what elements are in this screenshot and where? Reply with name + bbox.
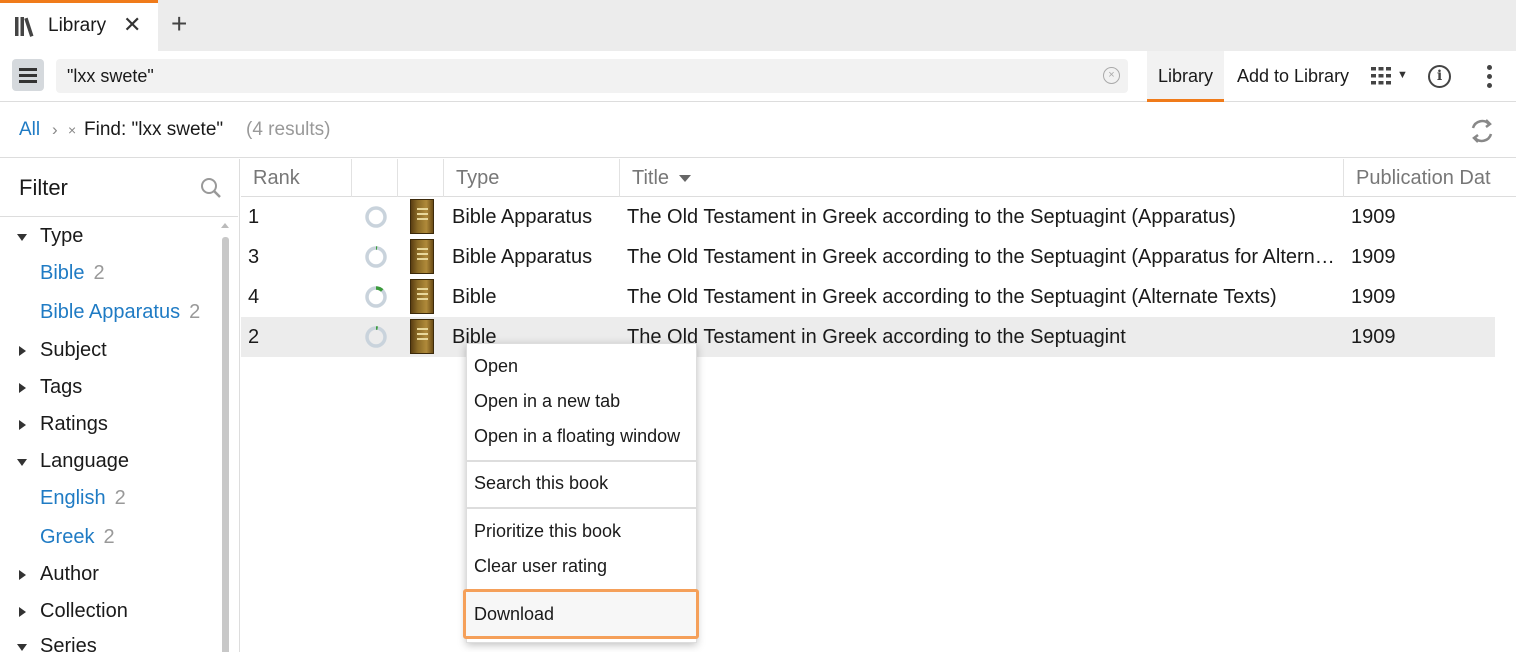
hamburger-menu-button[interactable] xyxy=(12,59,44,91)
table-row[interactable]: 1 Bible Apparatus The Old Testament in Gre… xyxy=(241,197,1495,237)
tab-library-view[interactable]: Library xyxy=(1147,51,1224,102)
cell-rank: 1 xyxy=(248,206,260,228)
book-cover-icon xyxy=(410,239,434,274)
cell-publication-date: 1909 xyxy=(1351,326,1396,348)
table-row[interactable]: 3 Bible Apparatus The Old Testament in Gre… xyxy=(241,237,1495,277)
reading-progress-icon xyxy=(365,246,387,268)
clear-search-icon[interactable]: × xyxy=(1103,67,1120,84)
sidebar-scrollbar[interactable] xyxy=(221,223,230,652)
result-count: (4 results) xyxy=(246,119,331,140)
context-menu: Open Open in a new tab Open in a floatin… xyxy=(463,343,699,643)
table-row[interactable]: 2 Bible The Old Testament in Greek accordi… xyxy=(241,317,1495,357)
breadcrumb-separator: › xyxy=(52,120,58,139)
column-header-cover[interactable] xyxy=(398,159,444,197)
chevron-down-icon[interactable]: ▼ xyxy=(1397,69,1408,81)
column-header-title-label: Title xyxy=(632,167,670,189)
filter-title: Filter xyxy=(19,175,68,200)
column-header-progress[interactable] xyxy=(352,159,398,197)
book-cover-icon xyxy=(410,279,434,314)
menu-item-clear-rating[interactable]: Clear user rating xyxy=(474,553,607,579)
filter-sidebar: Filter Type Bible 2 Bible Apparatus 2 Subj… xyxy=(0,159,240,652)
sort-descending-icon xyxy=(679,175,692,183)
reading-progress-icon xyxy=(365,326,387,348)
tab-strip: Library ✕ + xyxy=(0,0,1516,51)
menu-item-open[interactable]: Open xyxy=(474,353,518,379)
menu-item-open-new-tab[interactable]: Open in a new tab xyxy=(474,388,620,414)
tab-label: Library xyxy=(48,15,107,36)
cell-type: Bible xyxy=(452,286,497,308)
filter-value-english[interactable]: English 2 xyxy=(40,487,126,517)
search-icon[interactable] xyxy=(200,177,222,199)
reading-progress-icon xyxy=(365,206,387,228)
chevron-down-icon xyxy=(17,644,27,651)
refresh-icon[interactable] xyxy=(1469,118,1495,144)
close-icon[interactable]: ✕ xyxy=(123,12,141,38)
table-row[interactable]: 4 Bible The Old Testament in Greek accordi… xyxy=(241,277,1495,317)
remove-filter-icon[interactable]: × xyxy=(68,122,76,138)
results-table: Rank Type Title Publication Dat 1 Bible A… xyxy=(241,159,1516,652)
grid-view-icon[interactable] xyxy=(1370,65,1392,87)
menu-divider xyxy=(467,507,696,509)
menu-item-search-book[interactable]: Search this book xyxy=(474,470,608,496)
column-header-rank[interactable]: Rank xyxy=(241,159,352,197)
cell-title: The Old Testament in Greek according to … xyxy=(627,326,1126,348)
toolbar: × Library Add to Library ▼ i xyxy=(0,51,1516,102)
menu-item-open-floating-window[interactable]: Open in a floating window xyxy=(474,423,680,449)
cell-type: Bible Apparatus xyxy=(452,206,593,228)
library-icon xyxy=(15,17,34,37)
cell-rank: 4 xyxy=(248,286,260,308)
breadcrumb-find: Find: "lxx swete" xyxy=(84,119,224,140)
menu-item-download[interactable]: Download xyxy=(474,601,554,627)
breadcrumb-all-link[interactable]: All xyxy=(19,119,40,141)
menu-item-prioritize[interactable]: Prioritize this book xyxy=(474,518,621,544)
cell-title: The Old Testament in Greek according to … xyxy=(627,246,1342,268)
book-cover-icon xyxy=(410,199,434,234)
chevron-right-icon xyxy=(19,607,26,617)
chevron-right-icon xyxy=(19,570,26,580)
column-header-title[interactable]: Title xyxy=(620,159,1344,197)
chevron-right-icon xyxy=(19,346,26,356)
search-input[interactable] xyxy=(56,59,1096,93)
reading-progress-icon xyxy=(365,286,387,308)
cell-publication-date: 1909 xyxy=(1351,286,1396,308)
cell-title: The Old Testament in Greek according to … xyxy=(627,286,1277,308)
breadcrumb: All › × Find: "lxx swete" (4 results) xyxy=(0,103,1516,158)
filter-value-bible-apparatus[interactable]: Bible Apparatus 2 xyxy=(40,301,200,331)
table-header: Rank Type Title Publication Dat xyxy=(241,159,1516,197)
new-tab-button[interactable]: + xyxy=(171,9,187,39)
cell-publication-date: 1909 xyxy=(1351,246,1396,268)
book-cover-icon xyxy=(410,319,434,354)
cell-type: Bible Apparatus xyxy=(452,246,593,268)
chevron-down-icon xyxy=(17,234,27,241)
chevron-down-icon xyxy=(17,459,27,466)
cell-publication-date: 1909 xyxy=(1351,206,1396,228)
scroll-up-icon[interactable] xyxy=(221,223,229,228)
tab-library[interactable]: Library ✕ xyxy=(0,0,158,51)
cell-rank: 2 xyxy=(248,326,260,348)
filter-value-bible[interactable]: Bible 2 xyxy=(40,262,105,292)
more-options-icon[interactable] xyxy=(1486,65,1494,89)
menu-divider xyxy=(467,460,696,462)
search-box: × xyxy=(56,59,1128,93)
column-header-type[interactable]: Type xyxy=(444,159,620,197)
chevron-right-icon xyxy=(19,383,26,393)
scrollbar-thumb[interactable] xyxy=(222,237,229,652)
filter-value-greek[interactable]: Greek 2 xyxy=(40,526,115,556)
cell-title: The Old Testament in Greek according to … xyxy=(627,206,1236,228)
cell-rank: 3 xyxy=(248,246,260,268)
tab-add-to-library[interactable]: Add to Library xyxy=(1237,51,1349,102)
chevron-right-icon xyxy=(19,420,26,430)
info-icon[interactable]: i xyxy=(1428,65,1451,88)
column-header-publication-date[interactable]: Publication Dat xyxy=(1344,159,1496,197)
divider xyxy=(0,216,238,217)
